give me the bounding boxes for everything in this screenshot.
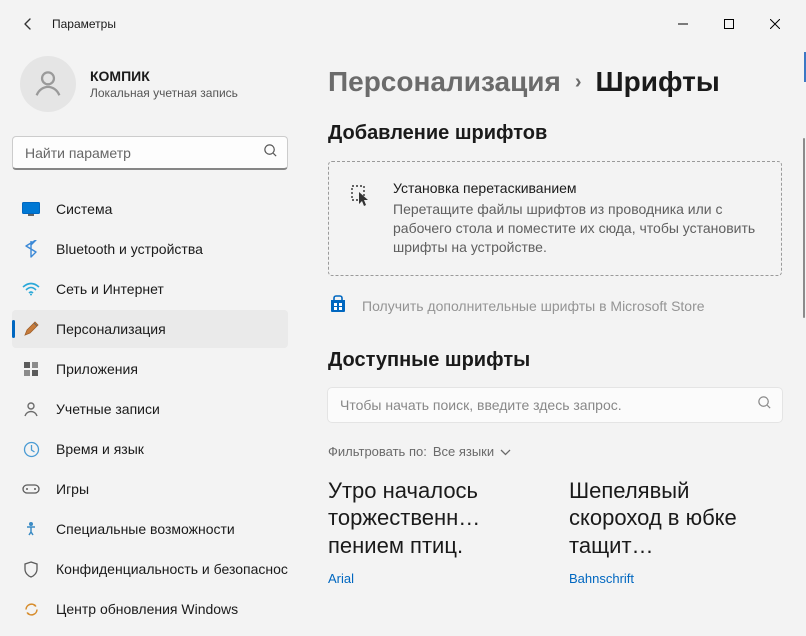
maximize-icon xyxy=(724,19,734,29)
sidebar-item-apps[interactable]: Приложения xyxy=(12,350,288,388)
paintbrush-icon xyxy=(22,320,40,338)
search-icon xyxy=(757,395,772,415)
gamepad-icon xyxy=(22,480,40,498)
store-icon xyxy=(328,294,348,319)
section-add-fonts-heading: Добавление шрифтов xyxy=(328,122,782,145)
breadcrumb: Персонализация › Шрифты xyxy=(328,66,782,98)
font-sample-text: Шепелявый скороход в юбке тащит… xyxy=(569,477,782,561)
sidebar-item-label: Центр обновления Windows xyxy=(56,601,238,617)
scrollbar-thumb[interactable] xyxy=(803,138,805,318)
search-input[interactable] xyxy=(12,136,288,170)
font-search-input[interactable] xyxy=(328,388,782,422)
drop-zone-title: Установка перетаскиванием xyxy=(393,180,761,196)
breadcrumb-current: Шрифты xyxy=(596,66,720,98)
sidebar-item-system[interactable]: Система xyxy=(12,190,288,228)
font-name-link[interactable]: Bahnschrift xyxy=(569,571,782,586)
store-link-text: Получить дополнительные шрифты в Microso… xyxy=(362,298,705,314)
sidebar-item-time-language[interactable]: Время и язык xyxy=(12,430,288,468)
sidebar-item-label: Конфиденциальность и безопасность xyxy=(56,561,288,577)
sidebar-item-label: Приложения xyxy=(56,361,138,377)
maximize-button[interactable] xyxy=(706,8,752,40)
sidebar-item-privacy[interactable]: Конфиденциальность и безопасность xyxy=(12,550,288,588)
clock-globe-icon xyxy=(22,440,40,458)
drop-zone-subtitle: Перетащите файлы шрифтов из проводника и… xyxy=(393,200,761,257)
user-name: КОМПИК xyxy=(90,68,238,84)
nav-list: Система Bluetooth и устройства Сеть и Ин… xyxy=(12,190,288,628)
filter-label: Фильтровать по: xyxy=(328,444,427,459)
sidebar-item-label: Сеть и Интернет xyxy=(56,281,164,297)
font-card[interactable]: Шепелявый скороход в юбке тащит… Bahnsch… xyxy=(569,477,782,586)
close-icon xyxy=(770,19,780,29)
apps-icon xyxy=(22,360,40,378)
sidebar-item-personalization[interactable]: Персонализация xyxy=(12,310,288,348)
bluetooth-icon xyxy=(22,240,40,258)
font-name-link[interactable]: Arial xyxy=(328,571,541,586)
avatar xyxy=(20,56,76,112)
font-card[interactable]: Утро началось торжественн… пением птиц. … xyxy=(328,477,541,586)
sidebar-item-update[interactable]: Центр обновления Windows xyxy=(12,590,288,628)
arrow-left-icon xyxy=(20,16,36,32)
search-icon xyxy=(263,143,278,163)
display-icon xyxy=(22,200,40,218)
sidebar-item-label: Учетные записи xyxy=(56,401,160,417)
back-button[interactable] xyxy=(8,4,48,44)
scrollbar[interactable] xyxy=(802,138,806,636)
chevron-right-icon: › xyxy=(575,71,582,94)
sidebar-item-label: Игры xyxy=(56,481,89,497)
person-icon xyxy=(31,67,65,101)
chevron-down-icon xyxy=(500,444,511,459)
window-title: Параметры xyxy=(52,17,116,31)
breadcrumb-parent[interactable]: Персонализация xyxy=(328,66,561,98)
minimize-icon xyxy=(678,19,688,29)
drag-drop-icon xyxy=(349,182,375,257)
sidebar-item-label: Персонализация xyxy=(56,321,166,337)
sidebar-item-accessibility[interactable]: Специальные возможности xyxy=(12,510,288,548)
font-drop-zone[interactable]: Установка перетаскиванием Перетащите фай… xyxy=(328,161,782,276)
store-link[interactable]: Получить дополнительные шрифты в Microso… xyxy=(328,294,782,319)
filter-value: Все языки xyxy=(433,444,494,459)
sidebar-item-bluetooth[interactable]: Bluetooth и устройства xyxy=(12,230,288,268)
sidebar-item-label: Система xyxy=(56,201,112,217)
accessibility-icon xyxy=(22,520,40,538)
user-subtitle: Локальная учетная запись xyxy=(90,86,238,100)
sidebar-item-label: Время и язык xyxy=(56,441,144,457)
sidebar-item-gaming[interactable]: Игры xyxy=(12,470,288,508)
shield-icon xyxy=(22,560,40,578)
minimize-button[interactable] xyxy=(660,8,706,40)
wifi-icon xyxy=(22,280,40,298)
update-icon xyxy=(22,600,40,618)
sidebar-item-network[interactable]: Сеть и Интернет xyxy=(12,270,288,308)
filter-dropdown[interactable]: Фильтровать по: Все языки xyxy=(328,444,782,459)
section-available-fonts-heading: Доступные шрифты xyxy=(328,349,782,372)
sidebar-item-accounts[interactable]: Учетные записи xyxy=(12,390,288,428)
user-header[interactable]: КОМПИК Локальная учетная запись xyxy=(12,48,288,132)
font-sample-text: Утро началось торжественн… пением птиц. xyxy=(328,477,541,561)
close-button[interactable] xyxy=(752,8,798,40)
sidebar-item-label: Bluetooth и устройства xyxy=(56,241,203,257)
sidebar-item-label: Специальные возможности xyxy=(56,521,235,537)
accounts-icon xyxy=(22,400,40,418)
